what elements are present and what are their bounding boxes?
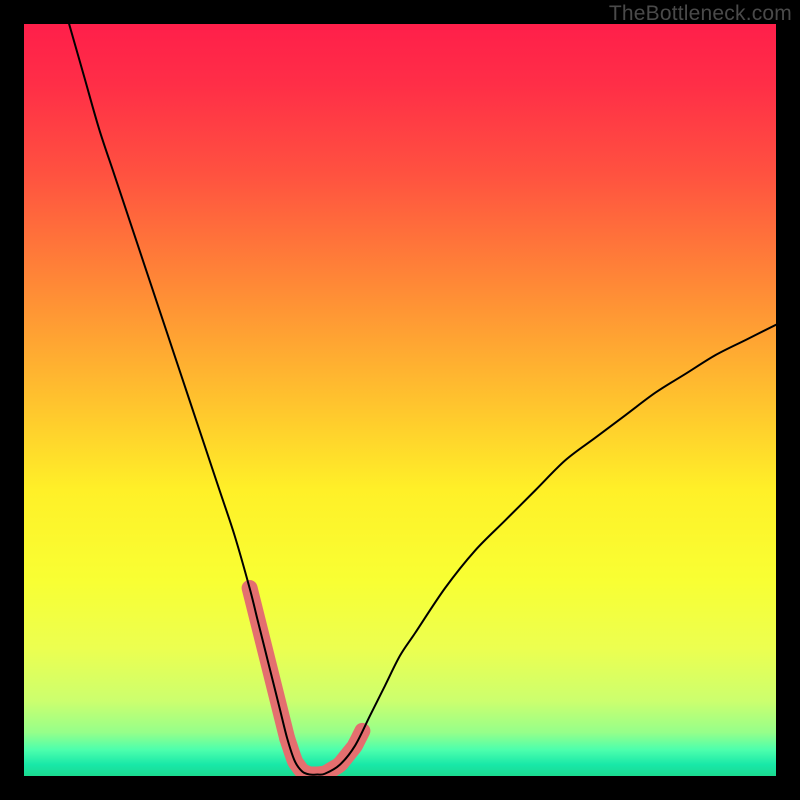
chart-area (24, 24, 776, 776)
watermark-text: TheBottleneck.com (609, 2, 792, 26)
chart-svg (24, 24, 776, 776)
outer-frame: TheBottleneck.com (0, 0, 800, 800)
